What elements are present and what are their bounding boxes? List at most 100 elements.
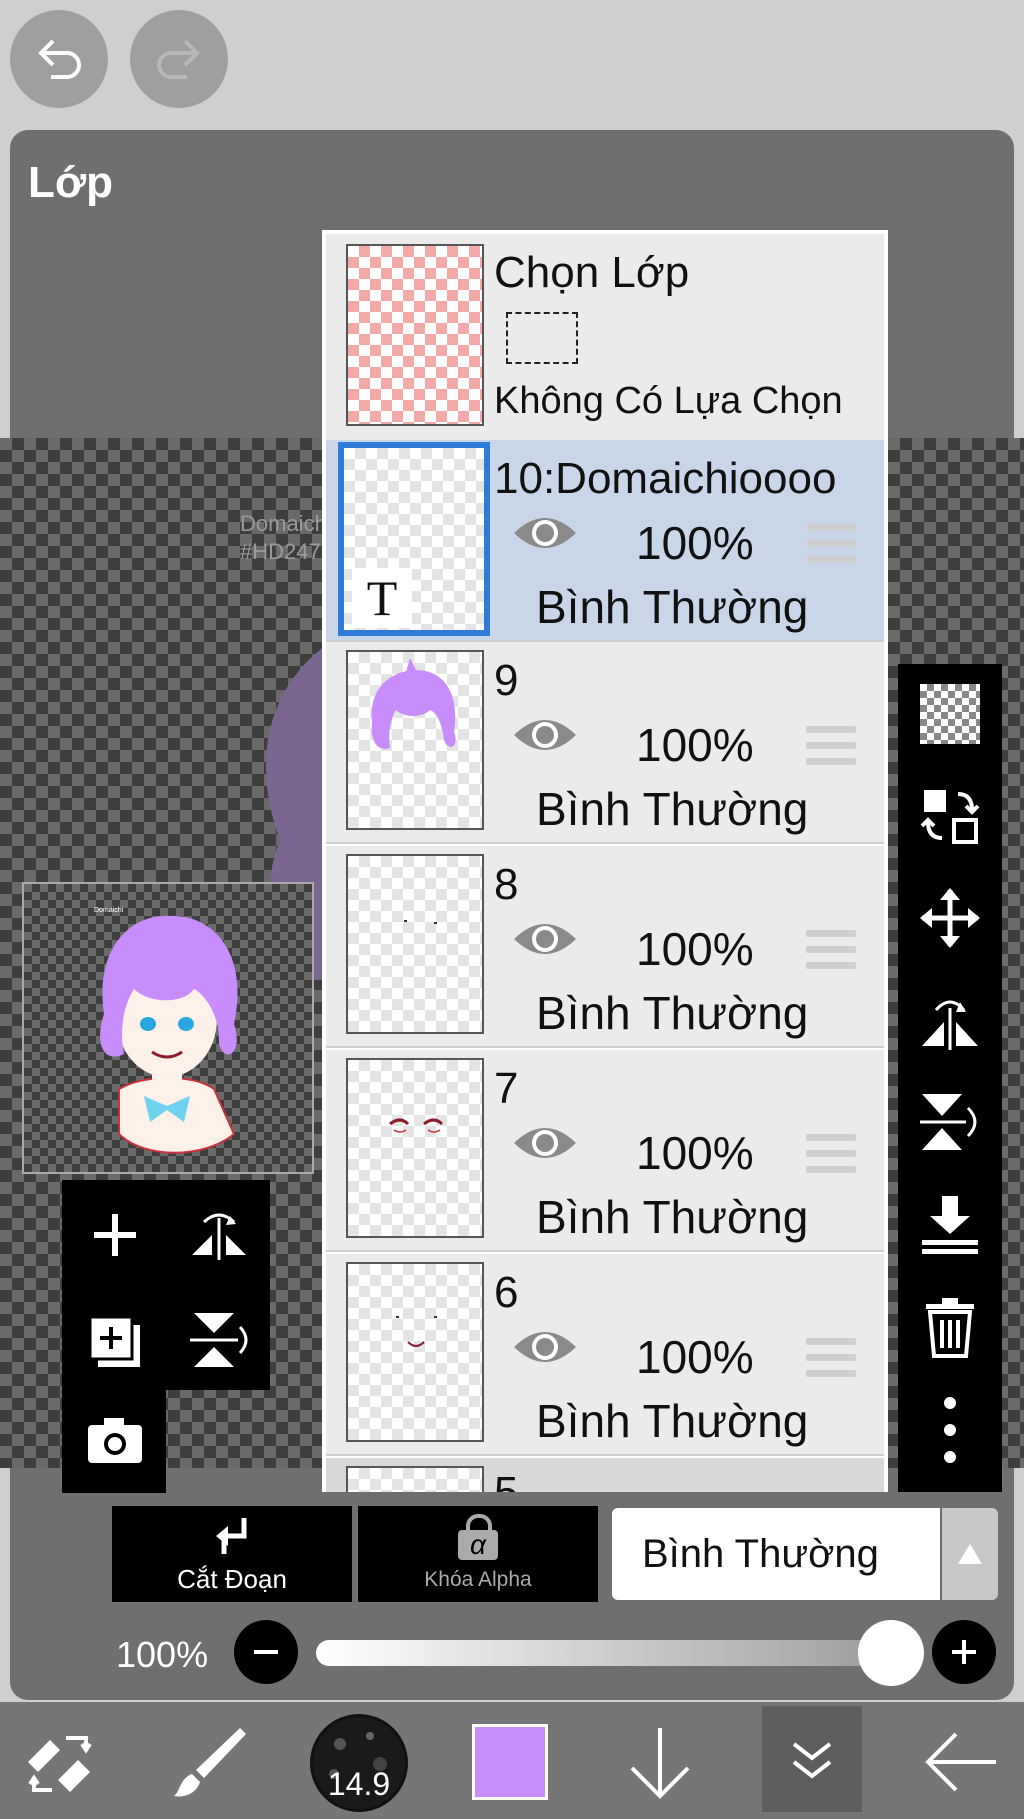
camera-button[interactable] <box>80 1405 150 1475</box>
swap-layer-button[interactable] <box>898 766 1002 866</box>
redo-button[interactable] <box>130 10 228 108</box>
drag-handle-icon[interactable] <box>806 524 856 572</box>
eye-icon[interactable] <box>510 1322 580 1372</box>
layer-thumbnail <box>346 854 484 1034</box>
camera-icon <box>88 1418 142 1463</box>
merge-down-button[interactable] <box>898 1174 1002 1274</box>
alpha-lock-button[interactable]: α Khóa Alpha <box>358 1506 598 1602</box>
layer-row[interactable]: 7 100% Bình Thường <box>326 1050 884 1252</box>
arrow-left-icon <box>925 1732 996 1792</box>
layer-list[interactable]: Chọn Lớp Không Có Lựa Chọn T 10:Domaichi… <box>322 230 888 1492</box>
move-icon <box>920 888 980 948</box>
eyes-thumbnail-image <box>389 1118 444 1133</box>
trash-icon <box>926 1298 974 1358</box>
selection-layer-row[interactable]: Chọn Lớp Không Có Lựa Chọn <box>326 234 884 440</box>
plus-icon <box>952 1640 976 1664</box>
layer-row[interactable]: 8 100% Bình Thường <box>326 846 884 1048</box>
layer-opacity: 100% <box>636 719 754 771</box>
eye-icon[interactable] <box>510 1118 580 1168</box>
right-tool-column <box>898 664 1002 1492</box>
canvas-text-line1: Domaichi <box>240 511 332 536</box>
more-vertical-icon <box>944 1397 956 1463</box>
opacity-increase-button[interactable] <box>932 1620 996 1684</box>
clipping-button[interactable]: Cắt Đoạn <box>112 1506 352 1602</box>
layer-blend-mode: Bình Thường <box>536 987 809 1039</box>
layer-row[interactable]: 6 100% Bình Thường <box>326 1254 884 1456</box>
layer-blend-mode: Bình Thường <box>536 1191 809 1243</box>
layer-blend-mode: Bình Thường <box>536 1395 809 1447</box>
layer-blend-mode: Bình Thường <box>536 783 809 835</box>
layer-row[interactable]: 5 <box>326 1458 884 1492</box>
back-button[interactable] <box>920 1722 1000 1802</box>
flip-horizontal-icon <box>922 1000 978 1050</box>
delete-layer-button[interactable] <box>898 1276 1002 1376</box>
layer-opacity: 100% <box>636 517 754 569</box>
add-layer-button[interactable] <box>80 1200 150 1270</box>
opacity-decrease-button[interactable] <box>234 1620 298 1684</box>
layer-row[interactable]: 9 100% Bình Thường <box>326 642 884 844</box>
drag-handle-icon[interactable] <box>806 930 856 978</box>
layer-thumbnail <box>346 650 484 830</box>
layer-name: 6 <box>494 1268 519 1317</box>
bottom-toolbar: 14.9 <box>0 1702 1024 1819</box>
brush-size-button[interactable]: 14.9 <box>310 1714 408 1812</box>
transparent-fill-button[interactable] <box>898 664 1002 764</box>
duplicate-icon <box>88 1315 140 1367</box>
canvas-text-line2: #HD247 <box>240 539 321 564</box>
flip-vertical-right-button[interactable] <box>898 1072 1002 1172</box>
layer-row[interactable]: T 10:Domaichioooo 100% Bình Thường <box>326 440 884 642</box>
swap-icon <box>920 790 980 844</box>
drag-handle-icon[interactable] <box>806 1338 856 1386</box>
blend-mode-select[interactable]: Bình Thường <box>612 1508 940 1600</box>
layer-name: 7 <box>494 1064 519 1113</box>
layer-name: 8 <box>494 860 519 909</box>
transform-tool-button[interactable] <box>20 1722 100 1802</box>
opacity-slider-thumb[interactable] <box>858 1620 924 1686</box>
text-layer-marker: T <box>352 568 412 628</box>
canvas-watermark: Domaichi #HD247 <box>240 510 332 566</box>
eye-icon[interactable] <box>510 914 580 964</box>
alpha-lock-label: Khóa Alpha <box>424 1568 532 1591</box>
layer-blend-mode: Bình Thường <box>536 581 809 633</box>
eye-icon[interactable] <box>510 508 580 558</box>
layer-name: 10:Domaichioooo <box>494 454 837 503</box>
layer-opacity: 100% <box>636 1331 754 1383</box>
selection-thumbnail <box>346 244 484 426</box>
flip-vertical-button[interactable] <box>184 1305 254 1375</box>
drag-handle-icon[interactable] <box>806 1134 856 1182</box>
minus-icon <box>254 1650 278 1654</box>
flip-horizontal-button[interactable] <box>184 1200 254 1270</box>
brush-size-value: 14.9 <box>327 1766 391 1802</box>
layer-thumbnail <box>346 1262 484 1442</box>
layer-opacity: 100% <box>636 923 754 975</box>
layer-name: 9 <box>494 656 519 705</box>
layer-down-button[interactable] <box>620 1722 700 1802</box>
more-options-button[interactable] <box>898 1380 1002 1480</box>
double-chevron-down-icon <box>792 1742 832 1779</box>
arrow-down-icon <box>630 1728 690 1799</box>
layer-thumbnail: T <box>338 442 490 636</box>
canvas-preview[interactable]: Domaichi <box>22 882 314 1174</box>
blend-mode-dropdown-button[interactable] <box>942 1508 998 1600</box>
brush-icon <box>174 1728 246 1797</box>
lock-icon: α <box>458 1514 498 1560</box>
checkerboard-icon <box>920 684 980 744</box>
selection-subtitle: Không Có Lựa Chọn <box>494 380 843 422</box>
opacity-slider-track[interactable] <box>316 1640 906 1666</box>
layer-name: 5 <box>494 1468 518 1492</box>
drag-handle-icon[interactable] <box>806 726 856 774</box>
move-button[interactable] <box>898 868 1002 968</box>
undo-button[interactable] <box>10 10 108 108</box>
layers-collapse-button[interactable] <box>762 1706 862 1812</box>
selection-title: Chọn Lớp <box>494 248 690 297</box>
brush-tool-button[interactable] <box>170 1722 250 1802</box>
layer-thumbnail-image <box>404 920 437 924</box>
panel-title: Lớp <box>28 158 114 207</box>
eye-icon[interactable] <box>510 710 580 760</box>
color-swatch[interactable] <box>472 1724 548 1800</box>
plus-icon <box>94 1214 136 1256</box>
flip-horizontal-right-button[interactable] <box>898 970 1002 1070</box>
duplicate-layer-button[interactable] <box>80 1305 150 1375</box>
clip-label: Cắt Đoạn <box>177 1564 287 1594</box>
blend-mode-value: Bình Thường <box>642 1532 879 1576</box>
